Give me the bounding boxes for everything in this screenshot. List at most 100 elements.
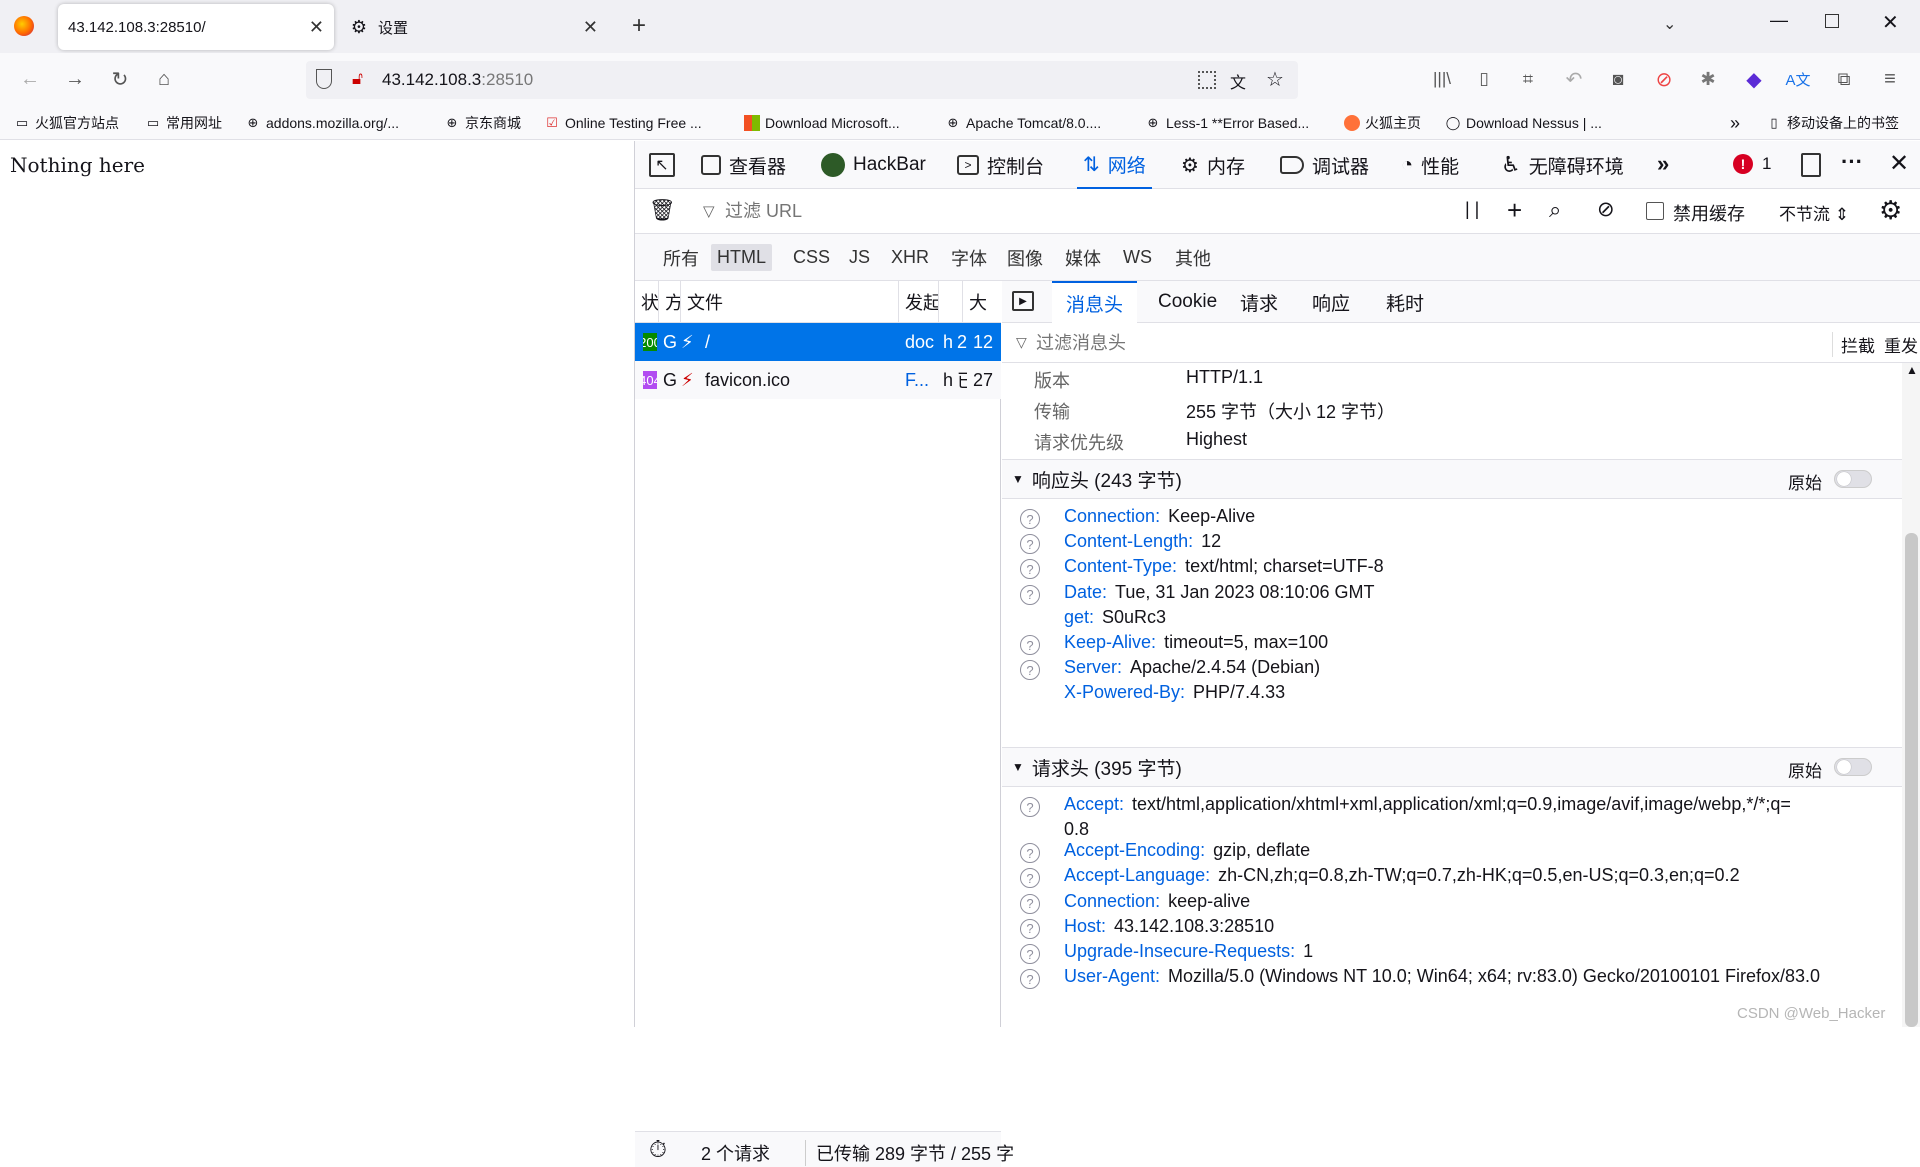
column-initiator[interactable]: 发起 [899, 281, 939, 323]
scrollbar-thumb[interactable] [1905, 533, 1918, 1027]
help-icon[interactable]: ? [1020, 969, 1040, 990]
filter-ws[interactable]: WS [1117, 244, 1158, 271]
help-icon[interactable]: ? [1020, 868, 1040, 889]
help-icon[interactable]: ? [1020, 559, 1040, 580]
diamond-extension-icon[interactable]: ◆ [1740, 65, 1768, 93]
raw-toggle[interactable] [1834, 470, 1872, 488]
help-icon[interactable]: ? [1020, 944, 1040, 964]
url-bar[interactable]: 🔓︎ 43.142.108.3:28510 文 ☆ [306, 61, 1298, 99]
request-row[interactable]: 200 G ⚡ / doc h 2 12 [635, 323, 1001, 361]
bookmark-item[interactable]: Download Microsoft... [744, 111, 900, 135]
tab-console[interactable]: > 控制台 [957, 141, 1044, 189]
dock-icon[interactable] [1801, 153, 1821, 177]
filter-images[interactable]: 图像 [1001, 244, 1049, 271]
bookmark-item[interactable]: ⊕ 京东商城 [444, 111, 521, 135]
close-devtools-icon[interactable]: ✕ [1889, 149, 1909, 178]
shield-icon[interactable] [316, 69, 332, 89]
help-icon[interactable]: ? [1020, 660, 1040, 681]
column-file[interactable]: 文件 [681, 281, 899, 323]
tab-cookies[interactable]: Cookie [1158, 281, 1217, 323]
blocker-extension-icon[interactable]: ⊘ [1650, 65, 1678, 93]
library-icon[interactable]: |||\ [1428, 65, 1456, 93]
close-tab-icon[interactable]: ✕ [309, 17, 324, 38]
help-icon[interactable]: ? [1020, 509, 1040, 529]
help-icon[interactable]: ? [1020, 534, 1040, 555]
sidebar-icon[interactable]: ▯ [1470, 65, 1498, 93]
minimize-icon[interactable]: — [1770, 10, 1788, 31]
tab-settings[interactable]: ⚙ 设置 ✕ [348, 4, 608, 50]
tab-memory[interactable]: ⚙ 内存 [1181, 141, 1245, 189]
close-tab-icon[interactable]: ✕ [583, 17, 598, 38]
help-icon[interactable]: ? [1020, 797, 1040, 817]
url-filter-input[interactable] [725, 197, 1225, 225]
help-icon[interactable]: ? [1020, 584, 1040, 605]
search-icon[interactable]: ⌕ [1549, 197, 1561, 223]
tab-inspector[interactable]: 查看器 [701, 141, 786, 189]
tab-hackbar[interactable]: HackBar [821, 141, 926, 189]
back-icon[interactable]: ← [16, 65, 44, 93]
bookmarks-overflow-icon[interactable]: » [1730, 111, 1740, 135]
mobile-bookmarks[interactable]: ▯ 移动设备上的书签 [1766, 111, 1899, 135]
block-button[interactable]: 拦截 [1832, 332, 1875, 357]
screenshot-icon[interactable]: ⌗ [1514, 65, 1542, 93]
headers-filter-input[interactable] [1036, 329, 1536, 357]
list-tabs-icon[interactable]: ⌄ [1663, 14, 1676, 34]
bookmark-item[interactable]: ▭ 常用网址 [145, 111, 222, 135]
toggle-sidebar-icon[interactable]: ▶ [1012, 291, 1034, 311]
request-headers-section[interactable]: ▼ 请求头 (395 字节) 原始 [1002, 747, 1902, 787]
extension-icon[interactable]: ◙ [1604, 65, 1632, 93]
bookmark-item[interactable]: 火狐主页 [1344, 111, 1421, 135]
timer-icon[interactable]: ⏱ [649, 1136, 667, 1163]
forward-icon[interactable]: → [61, 65, 89, 93]
help-icon[interactable]: ? [1020, 843, 1040, 864]
insecure-lock-icon[interactable]: 🔓︎ [352, 69, 363, 89]
column-method[interactable]: 方 [659, 281, 681, 323]
filter-other[interactable]: 其他 [1169, 244, 1217, 271]
close-window-icon[interactable]: ✕ [1882, 10, 1899, 35]
filter-fonts[interactable]: 字体 [945, 244, 993, 271]
extensions-icon[interactable]: ⧉ [1830, 65, 1858, 93]
translate-extension-icon[interactable]: A文 [1784, 65, 1812, 93]
error-icon[interactable]: ! [1733, 154, 1753, 174]
bookmark-item[interactable]: ◯ Download Nessus | ... [1445, 111, 1602, 135]
menu-icon[interactable]: ≡ [1876, 65, 1904, 93]
filter-html[interactable]: HTML [711, 244, 772, 271]
tab-site[interactable]: 43.142.108.3:28510/ ✕ [58, 4, 334, 50]
column-status[interactable]: 状 [635, 281, 659, 323]
raw-toggle[interactable] [1834, 758, 1872, 776]
element-picker-icon[interactable]: ↖ [649, 153, 675, 177]
block-icon[interactable]: ⊘ [1597, 197, 1615, 222]
bookmark-star-icon[interactable]: ☆ [1266, 67, 1284, 92]
help-icon[interactable]: ? [1020, 893, 1040, 914]
filter-js[interactable]: JS [843, 244, 876, 271]
bookmark-item[interactable]: ▭ 火狐官方站点 [14, 111, 119, 135]
qr-code-icon[interactable] [1198, 71, 1216, 89]
tab-network[interactable]: ⇅ 网络 [1077, 141, 1152, 189]
settings-gear-icon[interactable]: ⚙ [1879, 195, 1902, 226]
scroll-up-icon[interactable]: ▲ [1906, 363, 1918, 377]
undo-icon[interactable]: ↶ [1560, 65, 1588, 93]
tab-debugger[interactable]: 调试器 [1280, 141, 1369, 189]
home-icon[interactable]: ⌂ [150, 65, 178, 93]
filter-all[interactable]: 所有 [657, 244, 705, 271]
translate-icon[interactable]: 文 [1230, 69, 1246, 93]
scrollbar[interactable]: ▲ [1902, 363, 1920, 1027]
filter-media[interactable]: 媒体 [1059, 244, 1107, 271]
tab-headers[interactable]: 消息头 [1052, 281, 1138, 323]
restore-icon[interactable] [1825, 14, 1839, 28]
filter-xhr[interactable]: XHR [885, 244, 935, 271]
tab-performance[interactable]: ◔ 性能 [1401, 141, 1459, 189]
request-row[interactable]: 404 G ⚡ favicon.ico F... h 已 27 [635, 361, 1001, 399]
reload-icon[interactable]: ↻ [106, 65, 134, 93]
throttle-select[interactable]: 不节流 ⇕ [1779, 200, 1849, 225]
tab-response[interactable]: 响应 [1312, 281, 1350, 323]
options-icon[interactable]: ··· [1841, 149, 1863, 175]
tab-accessibility[interactable]: ♿︎ 无障碍环境 [1501, 141, 1624, 189]
url-text[interactable]: 43.142.108.3:28510 [382, 70, 533, 90]
bookmark-item[interactable]: ⊕ addons.mozilla.org/... [245, 111, 400, 135]
more-tabs-icon[interactable]: » [1657, 151, 1669, 177]
response-headers-section[interactable]: ▼ 响应头 (243 字节) 原始 [1002, 459, 1902, 499]
trash-icon[interactable]: 🗑︎ [649, 199, 676, 223]
new-tab-icon[interactable]: + [632, 12, 646, 40]
bookmark-item[interactable]: ☑ Online Testing Free ... [544, 111, 702, 135]
